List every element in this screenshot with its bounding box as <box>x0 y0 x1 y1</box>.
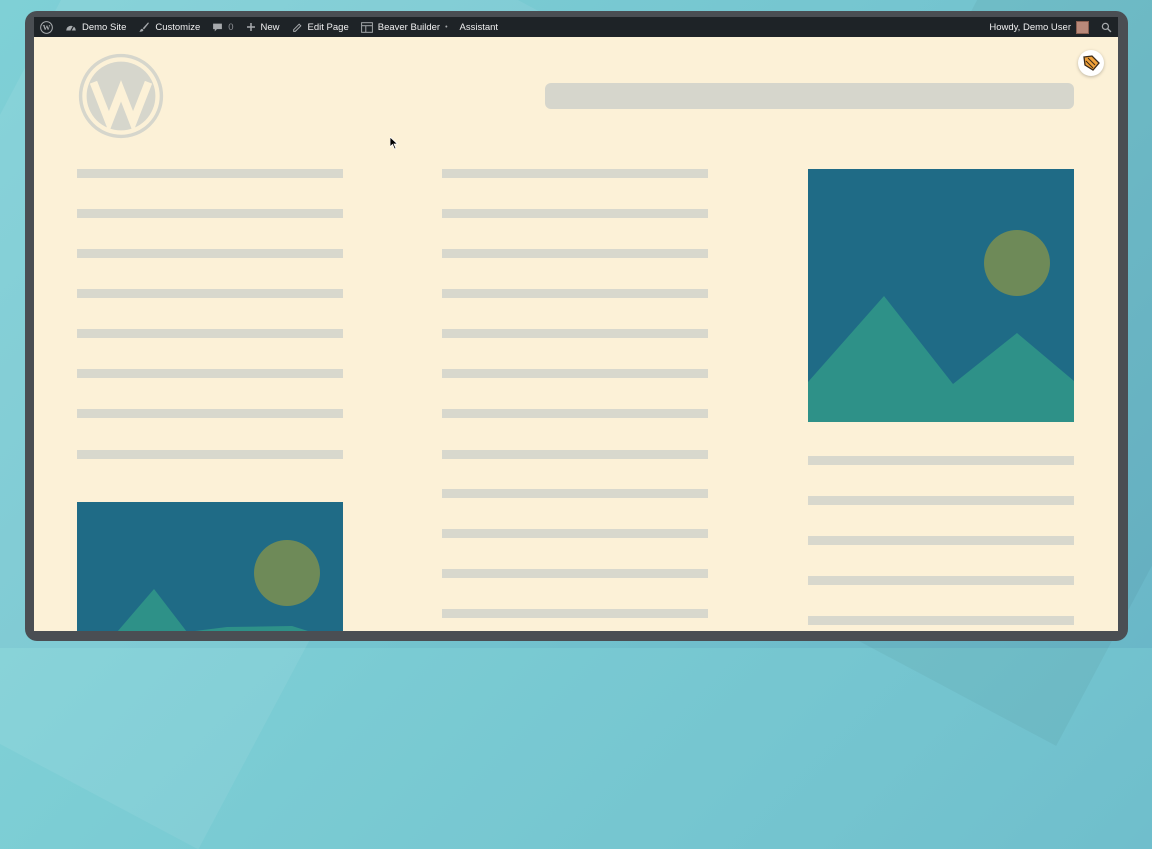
customize-label: Customize <box>155 21 201 33</box>
text-placeholder-line <box>442 169 708 178</box>
text-placeholder-line <box>77 249 343 258</box>
howdy-label: Howdy, Demo User <box>989 21 1071 33</box>
svg-text:W: W <box>43 23 51 32</box>
site-logo[interactable] <box>78 53 164 139</box>
text-placeholder-line <box>77 450 343 459</box>
search-input[interactable] <box>545 83 1074 109</box>
pencil-icon <box>292 22 303 33</box>
beaver-builder-button[interactable] <box>1078 50 1104 76</box>
assistant-menu[interactable]: Assistant <box>454 17 505 37</box>
text-placeholder-line <box>442 409 708 418</box>
comments-count: 0 <box>228 21 234 33</box>
text-placeholder-line <box>442 369 708 378</box>
account-menu[interactable]: Howdy, Demo User <box>983 17 1095 37</box>
mouse-cursor <box>389 136 399 155</box>
avatar <box>1076 20 1089 34</box>
text-placeholder-line <box>808 576 1074 585</box>
edit-page-label: Edit Page <box>307 21 349 33</box>
text-placeholder-line <box>77 369 343 378</box>
comments-menu[interactable]: 0 <box>206 17 239 37</box>
text-placeholder-line <box>442 450 708 459</box>
image-placeholder <box>808 169 1074 422</box>
site-name-menu[interactable]: Demo Site <box>59 17 132 37</box>
text-placeholder-line <box>808 536 1074 545</box>
wp-logo-menu[interactable]: W <box>34 17 59 37</box>
text-placeholder-line <box>77 409 343 418</box>
text-placeholder-line <box>442 329 708 338</box>
text-placeholder-line <box>442 489 708 498</box>
edit-page-menu[interactable]: Edit Page <box>286 17 355 37</box>
landscape-image-icon <box>808 169 1074 422</box>
text-placeholder-line <box>77 329 343 338</box>
assistant-label: Assistant <box>459 21 499 33</box>
new-label: New <box>260 21 280 33</box>
comment-icon <box>212 22 223 33</box>
wordpress-icon: W <box>40 20 53 34</box>
beaver-builder-label: Beaver Builder <box>377 21 441 33</box>
layout-icon <box>360 21 373 33</box>
text-placeholder-line <box>442 609 708 618</box>
wordpress-icon <box>78 53 164 139</box>
customize-menu[interactable]: Customize <box>132 17 206 37</box>
text-placeholder-line <box>442 209 708 218</box>
plus-icon <box>246 22 256 32</box>
image-placeholder <box>77 502 343 631</box>
wp-admin-bar: W Demo Site Customize 0 New Edit Page Be… <box>34 17 1118 37</box>
beaver-builder-menu[interactable]: Beaver Builder • <box>355 17 454 37</box>
site-name-label: Demo Site <box>82 21 127 33</box>
beaver-builder-caret: • <box>445 23 448 31</box>
text-placeholder-line <box>442 529 708 538</box>
text-placeholder-line <box>808 496 1074 505</box>
text-placeholder-line <box>442 569 708 578</box>
landscape-image-icon <box>77 502 343 631</box>
text-placeholder-line <box>808 616 1074 625</box>
search-icon <box>1101 22 1112 33</box>
text-placeholder-line <box>77 289 343 298</box>
beaver-builder-icon <box>1083 55 1100 71</box>
dashboard-icon <box>65 22 77 33</box>
page-canvas <box>34 37 1118 631</box>
text-placeholder-line <box>77 209 343 218</box>
brush-icon <box>138 21 150 33</box>
new-content-menu[interactable]: New <box>240 17 286 37</box>
text-placeholder-line <box>442 249 708 258</box>
text-placeholder-line <box>77 169 343 178</box>
search-button[interactable] <box>1095 17 1118 37</box>
text-placeholder-line <box>808 456 1074 465</box>
text-placeholder-line <box>442 289 708 298</box>
